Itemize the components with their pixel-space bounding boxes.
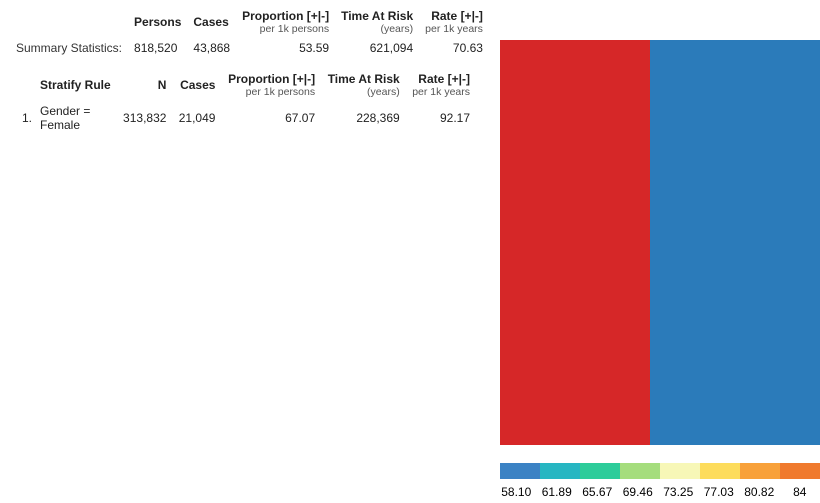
- legend-swatch: [780, 463, 820, 479]
- col-proportion: Proportion [+|-] per 1k persons: [236, 6, 335, 38]
- legend-tick: 73.25: [658, 485, 699, 499]
- legend-swatch: [540, 463, 580, 479]
- summary-label: Summary Statistics:: [10, 38, 128, 58]
- summary-proportion: 53.59: [236, 38, 335, 58]
- legend-swatch: [740, 463, 780, 479]
- row-proportion: 67.07: [221, 101, 321, 135]
- col-cases: Cases: [187, 6, 236, 38]
- summary-row: Summary Statistics: 818,520 43,868 53.59…: [10, 38, 489, 58]
- legend-tick: 80.82: [739, 485, 780, 499]
- treemap-chart[interactable]: [500, 40, 820, 445]
- block-remainder[interactable]: [650, 40, 820, 445]
- col-persons: Persons: [128, 6, 187, 38]
- legend-tick: 58.10: [496, 485, 537, 499]
- col-tar: Time At Risk (years): [335, 6, 419, 38]
- summary-table: Persons Cases Proportion [+|-] per 1k pe…: [10, 6, 489, 58]
- row-n: 313,832: [117, 101, 173, 135]
- row-cases: 21,049: [172, 101, 221, 135]
- summary-cases: 43,868: [187, 38, 236, 58]
- col-rate: Rate [+|-] per 1k years: [406, 62, 476, 101]
- col-rule: Stratify Rule: [34, 62, 117, 101]
- legend-swatch: [620, 463, 660, 479]
- legend-swatch: [660, 463, 700, 479]
- col-cases: Cases: [172, 62, 221, 101]
- row-rate: 92.17: [406, 101, 476, 135]
- summary-rate: 70.63: [419, 38, 489, 58]
- legend-tick: 77.03: [699, 485, 740, 499]
- col-tar: Time At Risk (years): [321, 62, 406, 101]
- legend-tick: 61.89: [537, 485, 578, 499]
- summary-header-row: Persons Cases Proportion [+|-] per 1k pe…: [10, 6, 489, 38]
- block-female[interactable]: [500, 40, 650, 445]
- legend-tick: 65.67: [577, 485, 618, 499]
- legend-swatch: [700, 463, 740, 479]
- stratify-table: Stratify Rule N Cases Proportion [+|-] p…: [10, 62, 476, 135]
- legend-tick: 84: [780, 485, 820, 499]
- legend-tick: 69.46: [618, 485, 659, 499]
- stratify-header-row: Stratify Rule N Cases Proportion [+|-] p…: [10, 62, 476, 101]
- summary-persons: 818,520: [128, 38, 187, 58]
- col-n: N: [117, 62, 173, 101]
- table-row[interactable]: 1. Gender = Female 313,832 21,049 67.07 …: [10, 101, 476, 135]
- legend-ticks: 58.10 61.89 65.67 69.46 73.25 77.03 80.8…: [496, 485, 820, 499]
- legend-swatch: [580, 463, 620, 479]
- col-rate: Rate [+|-] per 1k years: [419, 6, 489, 38]
- summary-tar: 621,094: [335, 38, 419, 58]
- row-tar: 228,369: [321, 101, 406, 135]
- tables-panel: Persons Cases Proportion [+|-] per 1k pe…: [0, 0, 480, 503]
- chart-panel: 58.10 61.89 65.67 69.46 73.25 77.03 80.8…: [480, 0, 820, 503]
- legend-swatch: [500, 463, 540, 479]
- row-rule: Gender = Female: [34, 101, 117, 135]
- col-proportion: Proportion [+|-] per 1k persons: [221, 62, 321, 101]
- legend-colorbar: [500, 463, 820, 479]
- row-index: 1.: [10, 101, 34, 135]
